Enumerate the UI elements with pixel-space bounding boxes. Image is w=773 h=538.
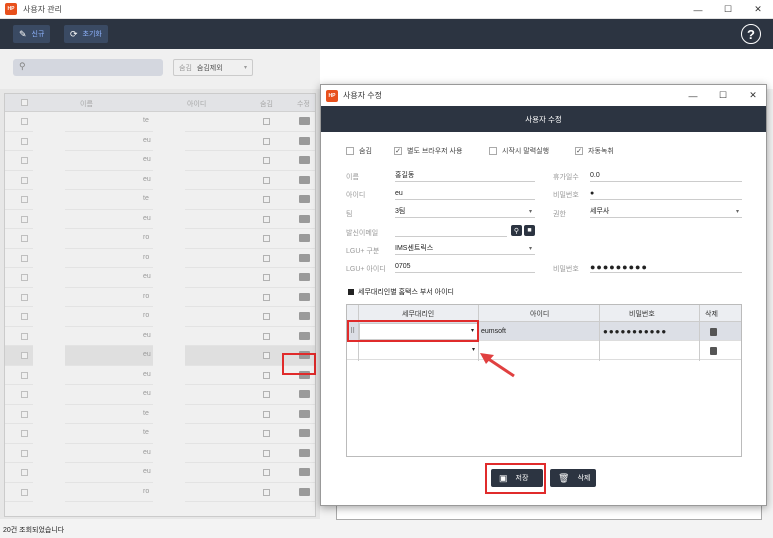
chevron-down-icon: ▾ <box>528 246 532 252</box>
hidden-checkbox[interactable]: 숨김 <box>346 146 372 156</box>
dialog-title: 사용자 수정 <box>343 91 383 100</box>
vacation-field[interactable]: 0.0 <box>590 170 742 182</box>
highlight-edit-folder <box>282 353 316 375</box>
lgu-password-label: 비밀번호 <box>553 266 579 273</box>
new-button-label: 신규 <box>31 31 45 38</box>
dialog-header: 사용자 수정 <box>321 106 766 132</box>
window-titlebar: HP 사용자 관리 — ☐ ✕ <box>0 0 773 19</box>
trash-icon[interactable] <box>710 347 717 355</box>
id-field[interactable]: eu <box>395 188 535 200</box>
close-icon[interactable]: ✕ <box>743 0 773 19</box>
checkbox-box <box>489 147 497 155</box>
checkbox-label: 자동녹취 <box>588 148 614 155</box>
grid-header-id: 아이디 <box>530 311 550 318</box>
agent-password-cell[interactable]: ●●●●●●●●●●● <box>603 322 667 341</box>
clear-icon[interactable]: ■ <box>524 225 535 236</box>
square-bullet-icon <box>348 289 354 295</box>
highlight-save-button <box>485 463 546 494</box>
trash-icon[interactable] <box>710 328 717 336</box>
vacation-label: 휴가일수 <box>553 174 579 181</box>
lgu-id-field[interactable]: 0705 <box>395 261 535 273</box>
close-icon[interactable]: ✕ <box>738 85 768 106</box>
grid-header-delete: 삭제 <box>705 311 718 318</box>
checkbox-box <box>346 147 354 155</box>
startup-checkbox[interactable]: 시작시 말력실행 <box>489 146 549 156</box>
id-label: 아이디 <box>346 192 366 199</box>
section-title-text: 세무대리인별 홈택스 부서 아이디 <box>358 289 454 296</box>
search-icon[interactable]: ⚲ <box>511 225 522 236</box>
email-label: 발신이메일 <box>346 230 379 237</box>
refresh-button[interactable]: ⟳ 초기화 <box>64 25 108 43</box>
refresh-icon: ⟳ <box>70 28 78 39</box>
new-button[interactable]: ✎ 신규 <box>13 25 51 43</box>
status-text: 20건 조회되었습니다 <box>3 527 65 534</box>
agent-grid-row[interactable]: ▾ <box>347 341 741 360</box>
highlight-agent-select <box>347 320 479 342</box>
checkbox-label: 별도 브라우저 사용 <box>407 148 463 155</box>
agent-select[interactable]: ▾ <box>359 341 478 360</box>
chevron-down-icon: ▾ <box>735 209 739 215</box>
auto-record-checkbox[interactable]: ✓ 자동녹취 <box>575 146 614 156</box>
main-toolbar: ✎ 신규 ⟳ 초기화 <box>0 19 773 49</box>
checkbox-label: 시작시 말력실행 <box>502 148 550 155</box>
grid-header-password: 비밀번호 <box>629 311 655 318</box>
checkbox-label: 숨김 <box>359 148 372 155</box>
help-icon[interactable]: ? <box>741 24 761 44</box>
name-label: 이름 <box>346 174 359 181</box>
checkmark-icon: ✓ <box>394 147 402 155</box>
agent-id-cell[interactable]: eumsoft <box>481 322 506 341</box>
chevron-down-icon: ▾ <box>471 347 475 353</box>
pencil-icon: ✎ <box>19 28 27 39</box>
minimize-icon[interactable]: — <box>683 0 713 19</box>
team-label: 팀 <box>346 211 353 218</box>
trash-icon: 🗑 <box>558 472 570 483</box>
minimize-icon[interactable]: — <box>678 85 708 106</box>
grid-divider <box>699 305 700 361</box>
chevron-down-icon: ▾ <box>528 209 532 215</box>
modal-overlay <box>0 49 320 519</box>
checkmark-icon: ✓ <box>575 147 583 155</box>
role-value: 세무사 <box>590 208 610 215</box>
team-select[interactable]: 3팀 ▾ <box>395 206 535 218</box>
delete-button-label: 삭제 <box>577 475 591 482</box>
background-panel-frame <box>336 506 762 520</box>
window-title: 사용자 관리 <box>23 4 63 14</box>
grid-header-agent: 세무대리인 <box>402 311 435 318</box>
team-value: 3팀 <box>395 208 406 215</box>
hometax-section-title: 세무대리인별 홈택스 부서 아이디 <box>348 287 454 297</box>
pointer-arrow-icon <box>480 353 515 378</box>
name-field[interactable]: 홍길동 <box>395 170 535 182</box>
app-logo: HP <box>5 3 17 15</box>
app-logo: HP <box>326 89 338 102</box>
role-label: 권한 <box>553 211 566 218</box>
role-select[interactable]: 세무사 ▾ <box>590 206 742 218</box>
delete-button[interactable]: 🗑 삭제 <box>550 469 596 487</box>
password-label: 비밀번호 <box>553 192 579 199</box>
password-field[interactable]: ● <box>590 188 742 200</box>
refresh-button-label: 초기화 <box>82 31 102 38</box>
lgu-id-label: LGU+ 아이디 <box>346 266 386 273</box>
email-field[interactable] <box>395 225 507 237</box>
grid-divider <box>599 305 600 361</box>
lgu-type-select[interactable]: IMS센트릭스 ▾ <box>395 243 535 255</box>
maximize-icon[interactable]: ☐ <box>708 85 738 106</box>
separate-browser-checkbox[interactable]: ✓ 별도 브라우저 사용 <box>394 146 462 156</box>
lgu-type-label: LGU+ 구분 <box>346 248 380 255</box>
lgu-password-field[interactable]: ●●●●●●●●● <box>590 261 742 273</box>
lgu-type-value: IMS센트릭스 <box>395 245 434 252</box>
maximize-icon[interactable]: ☐ <box>713 0 743 19</box>
dialog-titlebar: HP 사용자 수정 — ☐ ✕ <box>321 85 766 106</box>
